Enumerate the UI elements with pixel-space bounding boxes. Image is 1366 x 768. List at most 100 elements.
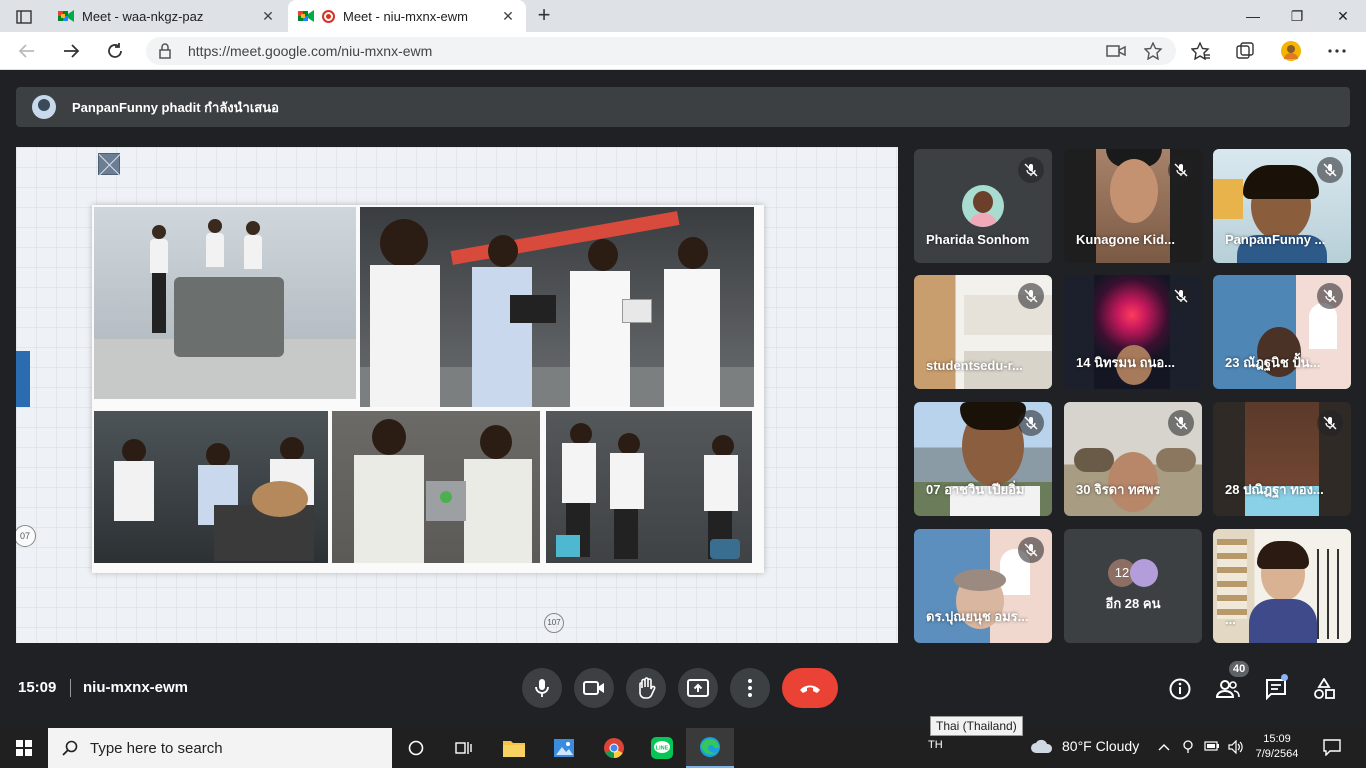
meeting-details-icon[interactable] <box>1167 676 1193 702</box>
microphone-button[interactable] <box>522 668 562 708</box>
participant-name: 14 นิทรมน ถนอ... <box>1076 355 1175 370</box>
more-participants-tile[interactable]: 12 อีก 28 คน <box>1064 529 1202 643</box>
slide-photo-3 <box>94 411 328 563</box>
webcam-tray-icon[interactable] <box>1182 740 1194 757</box>
search-icon <box>62 740 78 756</box>
file-explorer-icon[interactable] <box>490 728 538 768</box>
presenter-avatar <box>32 95 56 119</box>
participant-tile[interactable]: 30 จิรดา ทศพร <box>1064 402 1202 516</box>
mic-off-icon <box>1018 537 1044 563</box>
refresh-icon[interactable] <box>102 39 128 63</box>
add-favorite-icon[interactable] <box>1144 42 1164 60</box>
end-call-button[interactable] <box>782 668 838 708</box>
minimize-button[interactable]: — <box>1230 0 1276 32</box>
slide-photo-4 <box>332 411 540 563</box>
tab-close-icon[interactable]: ✕ <box>256 8 280 25</box>
participant-tile[interactable]: studentsedu-r... <box>914 275 1052 389</box>
taskbar-search-box[interactable]: Type here to search <box>48 728 392 768</box>
participant-tile[interactable]: 14 นิทรมน ถนอ... <box>1064 275 1202 389</box>
participant-name: Kunagone Kid... <box>1076 232 1175 247</box>
back-icon[interactable] <box>14 39 40 63</box>
participant-tile[interactable]: ดร.ปุณยนุช อมร... <box>914 529 1052 643</box>
cortana-icon[interactable] <box>392 728 440 768</box>
edge-icon[interactable] <box>686 728 734 768</box>
search-placeholder: Type here to search <box>90 739 223 757</box>
tab-actions-icon[interactable] <box>8 6 40 28</box>
mic-off-icon <box>1168 410 1194 436</box>
mic-off-icon <box>1018 157 1044 183</box>
participant-name: PanpanFunny ... <box>1225 232 1326 247</box>
task-view-icon[interactable] <box>440 728 488 768</box>
more-participants-label: อีก 28 คน <box>1105 595 1161 611</box>
browser-tab-waa[interactable]: Meet - waa-nkgz-paz ✕ <box>48 0 286 32</box>
presenting-banner: PanpanFunny phadit กำลังนำเสนอ <box>16 87 1350 127</box>
participant-tile[interactable]: Kunagone Kid... <box>1064 149 1202 263</box>
raise-hand-button[interactable] <box>626 668 666 708</box>
input-language-indicator[interactable]: TH <box>928 739 943 751</box>
participant-name: ดร.ปุณยนุช อมร... <box>926 609 1029 624</box>
divider <box>70 679 71 697</box>
camera-button[interactable] <box>574 668 614 708</box>
slide-decoration <box>98 153 120 175</box>
tab-title: Meet - waa-nkgz-paz <box>82 8 204 24</box>
line-app-icon[interactable]: LINE <box>638 728 686 768</box>
mic-off-icon <box>1317 157 1343 183</box>
chevron-up-icon[interactable] <box>1158 740 1170 754</box>
browser-tab-niu[interactable]: Meet - niu-mxnx-ewm ✕ <box>288 0 526 32</box>
slide-photo-collage <box>92 205 764 573</box>
tab-title: Meet - niu-mxnx-ewm <box>343 8 468 24</box>
svg-text:LINE: LINE <box>656 746 669 752</box>
url-text: https://meet.google.com/niu-mxnx-ewm <box>188 43 433 59</box>
close-window-button[interactable]: ✕ <box>1320 0 1366 32</box>
more-vert-icon <box>748 679 752 697</box>
camera-icon <box>583 681 604 695</box>
more-options-icon[interactable] <box>1324 39 1350 63</box>
participant-name: 07 อาชวิน เปียอิ่ม <box>926 482 1025 497</box>
participant-tile[interactable]: ... <box>1213 529 1351 643</box>
maximize-button[interactable]: ❐ <box>1274 0 1320 32</box>
activities-icon[interactable] <box>1311 676 1337 702</box>
participant-tile[interactable]: 07 อาชวิน เปียอิ่ม <box>914 402 1052 516</box>
windows-logo-icon <box>16 740 32 756</box>
participant-tile[interactable]: Pharida Sonhom <box>914 149 1052 263</box>
mic-off-icon <box>1317 283 1343 309</box>
camera-in-use-icon[interactable] <box>1106 42 1126 60</box>
collections-icon[interactable] <box>1232 39 1258 63</box>
volume-icon[interactable] <box>1228 739 1244 757</box>
weather-text: 80°F Cloudy <box>1062 738 1140 754</box>
profile-avatar[interactable] <box>1278 39 1304 63</box>
taskbar-clock[interactable]: 15:09 7/9/2564 <box>1254 732 1300 762</box>
recording-icon <box>322 9 335 23</box>
participant-count-badge: 40 <box>1229 661 1250 677</box>
lock-icon <box>159 43 171 59</box>
new-tab-button[interactable]: + <box>532 4 556 28</box>
slide-accent-bar <box>16 351 30 407</box>
participant-tile[interactable]: 23 ณัฎฐนิช ปั้น... <box>1213 275 1351 389</box>
notification-center-icon[interactable] <box>1322 738 1342 761</box>
meeting-code: niu-mxnx-ewm <box>83 679 189 696</box>
forward-icon[interactable] <box>58 39 84 63</box>
mic-off-icon <box>1168 283 1194 309</box>
mic-off-icon <box>1018 283 1044 309</box>
participant-name: studentsedu-r... <box>926 358 1023 373</box>
end-call-icon <box>800 685 820 693</box>
hand-icon <box>639 677 656 699</box>
start-button[interactable] <box>0 728 48 768</box>
participant-name: 30 จิรดา ทศพร <box>1076 482 1161 497</box>
favorites-icon[interactable] <box>1188 39 1214 63</box>
slide-page-number: 107 <box>544 613 564 633</box>
chrome-icon[interactable] <box>590 728 638 768</box>
cloud-icon <box>1031 739 1053 753</box>
address-bar[interactable]: https://meet.google.com/niu-mxnx-ewm <box>146 37 1176 65</box>
participant-tile[interactable]: PanpanFunny ... <box>1213 149 1351 263</box>
photos-icon[interactable] <box>540 728 588 768</box>
tab-close-icon[interactable]: ✕ <box>496 8 520 25</box>
more-options-button[interactable] <box>730 668 770 708</box>
present-screen-button[interactable] <box>678 668 718 708</box>
battery-icon[interactable] <box>1204 740 1220 754</box>
weather-widget[interactable]: 80°F Cloudy <box>1030 738 1139 754</box>
mic-off-icon <box>1317 410 1343 436</box>
present-icon <box>687 679 709 697</box>
people-icon[interactable] <box>1215 676 1241 702</box>
participant-tile[interactable]: 28 ปณิฎฐา ทอง... <box>1213 402 1351 516</box>
